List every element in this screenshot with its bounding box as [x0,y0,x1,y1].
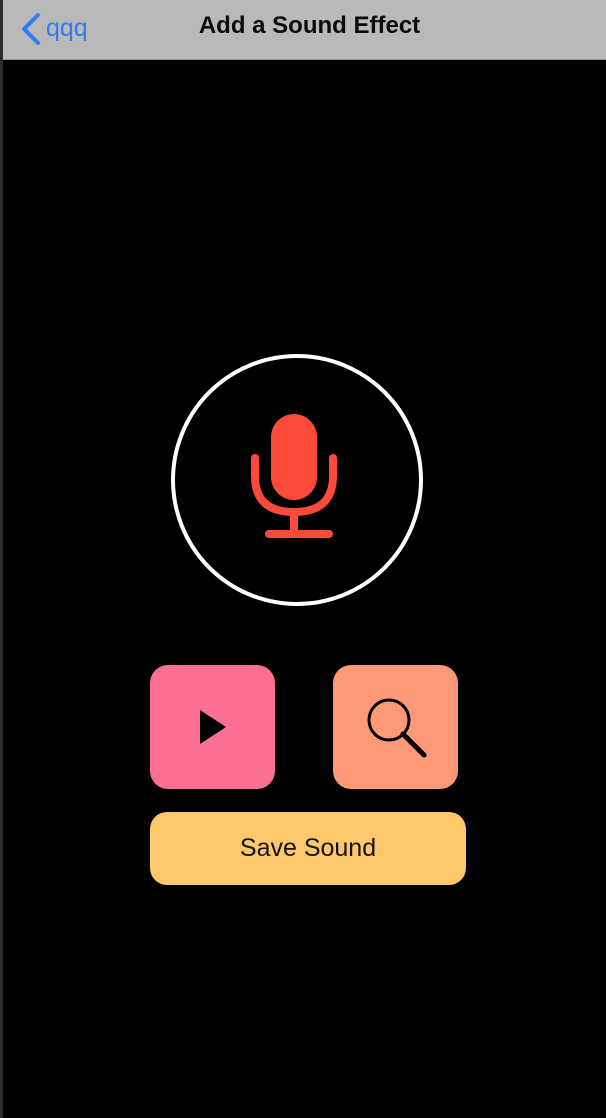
navigation-bar: qqq Add a Sound Effect [3,0,606,60]
microphone-icon [251,414,337,538]
search-icon [367,698,427,758]
page-title: Add a Sound Effect [198,12,421,39]
play-button[interactable] [150,665,275,789]
search-button[interactable] [333,665,458,789]
play-icon [200,710,226,744]
save-sound-button[interactable]: Save Sound [150,812,466,885]
left-edge-strip [0,0,3,1118]
save-sound-label: Save Sound [239,834,377,862]
record-button[interactable] [171,354,423,606]
